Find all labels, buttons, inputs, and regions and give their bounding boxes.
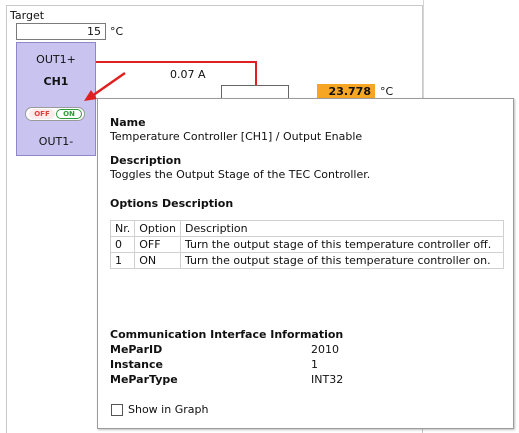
options-header: Options Description [110,197,234,210]
row-description: Turn the output stage of this temperatur… [179,252,505,269]
column-header-option: Option [134,220,181,237]
row-description: Turn the output stage of this temperatur… [179,236,505,253]
column-header-description: Description [179,220,505,237]
name-value: Temperature Controller [CH1] / Output En… [110,130,363,143]
comm-info-header: Communication Interface Information [110,328,344,341]
description-value: Toggles the Output Stage of the TEC Cont… [110,168,371,181]
show-in-graph-checkbox[interactable] [111,404,123,416]
table-row: 1 ON Turn the output stage of this tempe… [109,252,505,269]
instance-label: Instance [110,358,163,371]
row-nr: 0 [109,236,136,253]
show-in-graph-label[interactable]: Show in Graph [128,403,208,416]
meparid-value: 2010 [311,343,339,356]
row-option: ON [134,252,181,269]
table-row: 0 OFF Turn the output stage of this temp… [109,236,505,253]
instance-value: 1 [311,358,318,371]
mepartype-label: MeParType [110,373,178,386]
meparid-label: MeParID [110,343,163,356]
column-header-nr: Nr. [109,220,136,237]
row-option: OFF [134,236,181,253]
table-header-row: Nr. Option Description [109,220,505,237]
row-nr: 1 [109,252,136,269]
name-header: Name [110,116,146,129]
description-header: Description [110,154,182,167]
workspace-canvas: Target 15 °C OUT1+ CH1 OFF ON OUT1- 0.07… [0,0,519,433]
options-table: Nr. Option Description 0 OFF Turn the ou… [109,220,505,269]
mepartype-value: INT32 [311,373,344,386]
parameter-tooltip: Name Temperature Controller [CH1] / Outp… [97,98,514,429]
